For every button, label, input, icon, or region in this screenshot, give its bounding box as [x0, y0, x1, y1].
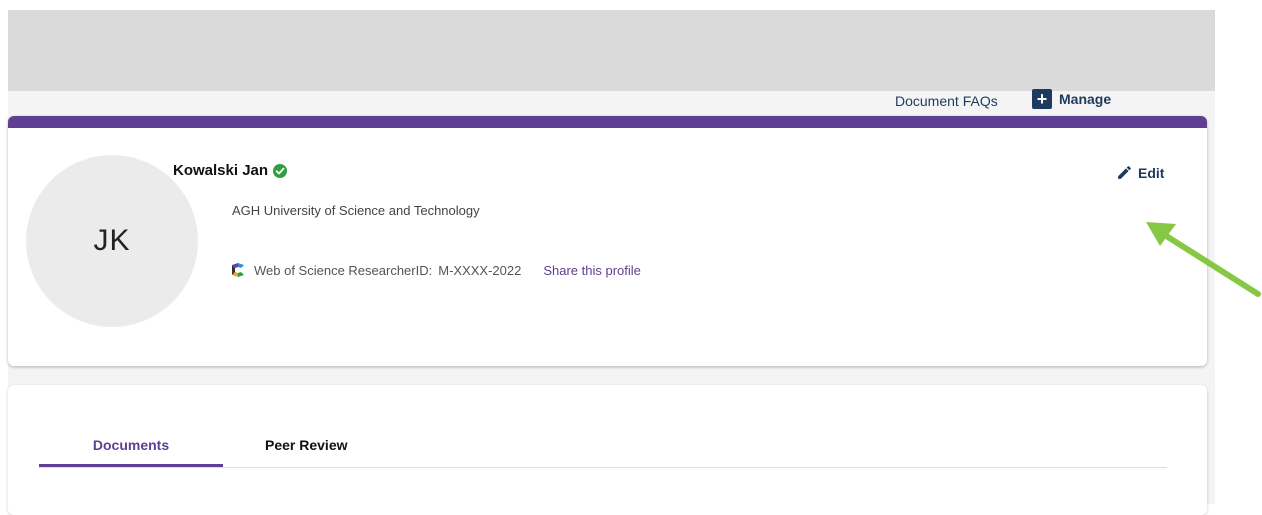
- edit-label: Edit: [1138, 164, 1165, 181]
- documents-card: Documents Peer Review: [8, 385, 1207, 515]
- profile-affiliation: AGH University of Science and Technology: [232, 203, 480, 218]
- profile-name-row: Kowalski Jan: [173, 162, 288, 179]
- web-of-science-logo-icon: [232, 263, 244, 277]
- edit-profile-button[interactable]: Edit: [1116, 164, 1164, 181]
- tabs-divider: [39, 467, 1167, 468]
- tab-peer-review[interactable]: Peer Review: [265, 437, 348, 453]
- researcher-id-value: M-XXXX-2022: [438, 262, 522, 278]
- verified-check-icon: [273, 163, 288, 178]
- researcher-id-label: Web of Science ResearcherID:: [254, 262, 433, 278]
- share-profile-link[interactable]: Share this profile: [543, 263, 641, 278]
- avatar: JK: [26, 155, 198, 327]
- manage-label: Manage: [1059, 91, 1112, 107]
- profile-accent-bar: [8, 116, 1207, 128]
- top-banner: [8, 10, 1215, 91]
- avatar-initials: JK: [93, 224, 131, 257]
- document-faqs-link[interactable]: Document FAQs: [895, 93, 998, 109]
- manage-button[interactable]: + Manage: [1032, 89, 1111, 109]
- pencil-icon: [1118, 166, 1131, 179]
- annotation-arrow-icon: [1146, 222, 1261, 297]
- profile-card: JK Kowalski Jan AGH University of Scienc…: [8, 116, 1207, 366]
- profile-name: Kowalski Jan: [173, 162, 269, 179]
- researcher-id-row: Web of Science ResearcherID: M-XXXX-2022…: [230, 262, 641, 278]
- plus-square-icon: +: [1032, 89, 1052, 109]
- tab-documents[interactable]: Documents: [39, 437, 223, 467]
